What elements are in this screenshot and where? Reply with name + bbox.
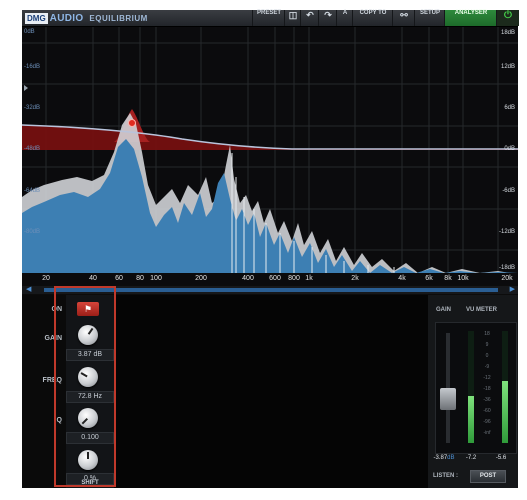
vu-scale-mark: -12 — [483, 375, 491, 381]
graph-left-arrow[interactable] — [24, 85, 28, 91]
copy-to-button[interactable]: COPY TO — [352, 10, 393, 26]
freq-label-400: 400 — [242, 275, 254, 282]
freq-label-800: 800 — [288, 275, 300, 282]
preset-button[interactable]: PRESET — [252, 10, 285, 26]
power-icon[interactable]: ⏻ — [496, 10, 519, 26]
db-label-left-1: -16dB — [24, 64, 41, 70]
freq-label-600: 600 — [269, 275, 281, 282]
redo-icon[interactable]: ↷ — [318, 10, 337, 26]
gain-fader-handle[interactable] — [440, 388, 456, 410]
listen-post-button[interactable]: POST — [470, 470, 506, 483]
freq-label-6k: 6k — [425, 275, 433, 282]
freq-label-20: 20 — [42, 275, 50, 282]
brand-mark: DMG — [25, 12, 48, 24]
vu-meter-header: VU METER — [466, 307, 498, 313]
freq-label-100: 100 — [150, 275, 162, 282]
freq-label-2k: 2k — [351, 275, 359, 282]
highlight-box — [54, 286, 116, 487]
freq-label-4k: 4k — [398, 275, 406, 282]
db-label-right-1: 12dB — [500, 64, 515, 70]
gain-vu-panel: GAIN VU METER 18 9 0 -9 -12 -18 -36 -60 — [428, 295, 518, 488]
vu-scale-mark: -18 — [483, 386, 491, 392]
db-label-right-2: 6dB — [504, 105, 515, 111]
monitor-icon[interactable]: ◫ — [284, 10, 301, 26]
vu-meter-right-level — [502, 381, 508, 443]
vu-scale-mark: -36 — [483, 397, 491, 403]
gain-header: GAIN — [436, 307, 451, 313]
vu-scale-mark: 0 — [485, 353, 489, 359]
gain-readout-value: -3.87 — [433, 455, 448, 461]
db-label-left-2: -32dB — [24, 105, 41, 111]
eq-graph-svg — [22, 27, 518, 273]
freq-label-60: 60 — [115, 275, 123, 282]
vu-scale-mark: -60 — [483, 408, 491, 414]
product-name: EQUILIBRIUM — [89, 13, 148, 23]
db-label-right-6: -18dB — [498, 265, 515, 271]
db-label-left-5: -80dB — [24, 229, 41, 235]
analyser-button[interactable]: ANALYSER — [444, 10, 497, 26]
undo-icon[interactable]: ↶ — [300, 10, 319, 26]
freq-label-80: 80 — [136, 275, 144, 282]
vu-scale-mark: -9 — [484, 364, 490, 370]
db-label-left-4: -64dB — [24, 188, 41, 194]
plugin-toolbar: DMG AUDIO EQUILIBRIUM PRESET ◫ ↶ ↷ A COP… — [22, 10, 519, 27]
vu-scale-mark: 9 — [485, 342, 489, 348]
ab-button[interactable]: A — [336, 10, 353, 26]
eq-graph[interactable]: 0dB -16dB -32dB -48dB -64dB -80dB 18dB 1… — [22, 27, 518, 285]
freq-label-10k: 10k — [457, 275, 469, 282]
vu-scale-mark: -inf — [483, 430, 491, 436]
eq-band-node[interactable] — [128, 119, 136, 127]
db-label-left-0: 0dB — [24, 29, 35, 35]
vu-left-readout: -7.2 — [465, 455, 477, 461]
gain-readout-unit: dB — [447, 455, 455, 461]
vu-meter-left — [468, 331, 474, 443]
vu-scale-mark: 18 — [484, 331, 490, 337]
freq-label-1k: 1k — [305, 275, 313, 282]
db-label-right-0: 18dB — [500, 30, 515, 36]
analyser-spectrum — [22, 139, 518, 273]
db-label-left-3: -48dB — [24, 146, 41, 152]
db-label-right-5: -12dB — [498, 229, 515, 235]
db-label-right-3: 0dB — [504, 146, 515, 152]
freq-label-20k: 20k — [501, 275, 513, 282]
vu-meter-right — [502, 331, 508, 443]
db-label-right-4: -6dB — [502, 188, 515, 194]
vu-right-readout: -5.6 — [495, 455, 507, 461]
meter-panel: 18 9 0 -9 -12 -18 -36 -60 -96 -inf — [435, 322, 517, 454]
gain-fader-track[interactable] — [440, 333, 456, 443]
vu-meter-left-level — [468, 395, 474, 443]
vu-scale: 18 9 0 -9 -12 -18 -36 -60 -96 -inf — [480, 331, 494, 441]
freq-label-200: 200 — [195, 275, 207, 282]
vu-scale-mark: -96 — [483, 419, 491, 425]
brand-logo: DMG AUDIO EQUILIBRIUM — [25, 12, 148, 24]
setup-button[interactable]: SETUP — [414, 10, 445, 26]
freq-label-8k: 8k — [444, 275, 452, 282]
brand-sub: AUDIO — [49, 12, 84, 24]
freq-label-40: 40 — [89, 275, 97, 282]
link-icon[interactable]: ⚯ — [392, 10, 415, 26]
gain-readout: -3.87dB — [432, 455, 456, 461]
scroll-left-icon[interactable]: ◀ — [26, 286, 31, 294]
scroll-right-icon[interactable]: ▶ — [510, 286, 515, 294]
listen-label: LISTEN : — [433, 473, 458, 479]
